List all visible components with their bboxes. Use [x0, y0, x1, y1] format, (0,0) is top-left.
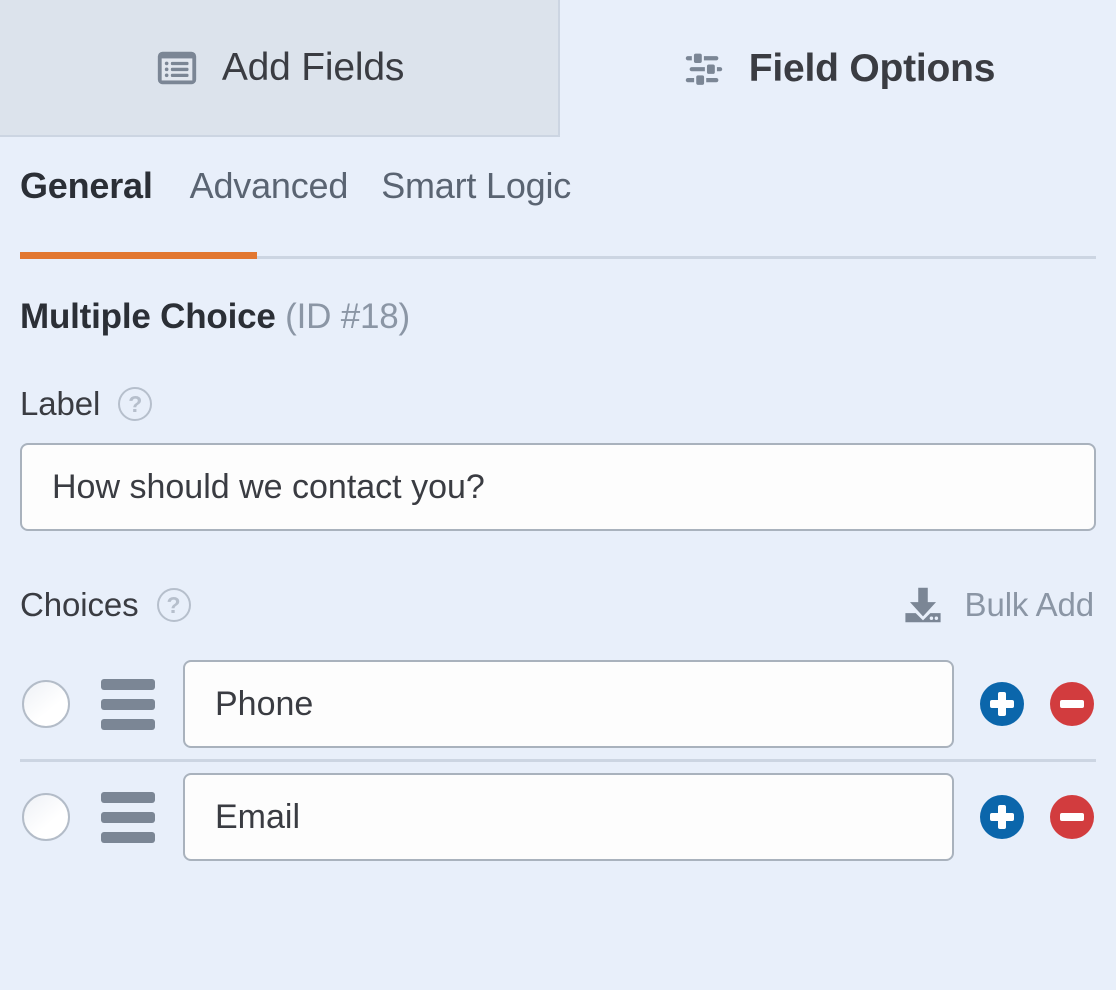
sliders-icon [681, 46, 727, 92]
top-tab-bar: Add Fields Field Options [0, 0, 1116, 137]
import-download-icon [901, 583, 945, 627]
subtab-general[interactable]: General [20, 165, 190, 207]
choice-row-actions [980, 795, 1096, 839]
label-section-title: Label [20, 385, 101, 422]
choice-label-input[interactable] [183, 660, 954, 748]
choice-row-actions [980, 682, 1096, 726]
add-choice-button[interactable] [980, 682, 1024, 726]
help-icon[interactable]: ? [118, 387, 153, 421]
tab-add-fields-label: Add Fields [221, 45, 405, 89]
sub-tab-bar: General Advanced Smart Logic [0, 137, 1116, 259]
remove-choice-button[interactable] [1050, 682, 1094, 726]
form-list-icon [154, 45, 200, 91]
field-options-panel: Multiple Choice (ID #18) Label ? Choices… [0, 297, 1116, 872]
field-type-name: Multiple Choice [20, 297, 276, 336]
field-id: (ID #18) [285, 297, 410, 336]
subtab-advanced[interactable]: Advanced [190, 165, 382, 207]
subtab-smart-logic[interactable]: Smart Logic [381, 165, 604, 207]
subtab-active-indicator [20, 252, 257, 259]
label-input[interactable] [20, 443, 1096, 531]
choice-label-input[interactable] [183, 773, 954, 861]
choices-list [20, 649, 1096, 872]
choice-row [20, 759, 1096, 872]
choice-row [20, 649, 1096, 759]
choices-section-header: Choices ? Bulk Add [20, 583, 1096, 627]
choice-radio-button[interactable] [22, 793, 70, 841]
bulk-add-button[interactable]: Bulk Add [901, 583, 1096, 627]
choice-radio-button[interactable] [22, 680, 70, 728]
tab-field-options-label: Field Options [748, 46, 996, 90]
drag-handle-icon[interactable] [101, 791, 155, 843]
tab-add-fields[interactable]: Add Fields [0, 0, 560, 137]
choices-section-title: Choices [20, 586, 139, 623]
label-section-header: Label ? [20, 385, 1096, 423]
drag-handle-icon[interactable] [101, 678, 155, 730]
help-icon[interactable]: ? [156, 588, 191, 622]
bulk-add-label: Bulk Add [964, 586, 1095, 623]
page-title: Multiple Choice (ID #18) [20, 297, 1096, 337]
add-choice-button[interactable] [980, 795, 1024, 839]
remove-choice-button[interactable] [1050, 795, 1094, 839]
tab-field-options[interactable]: Field Options [560, 0, 1116, 137]
